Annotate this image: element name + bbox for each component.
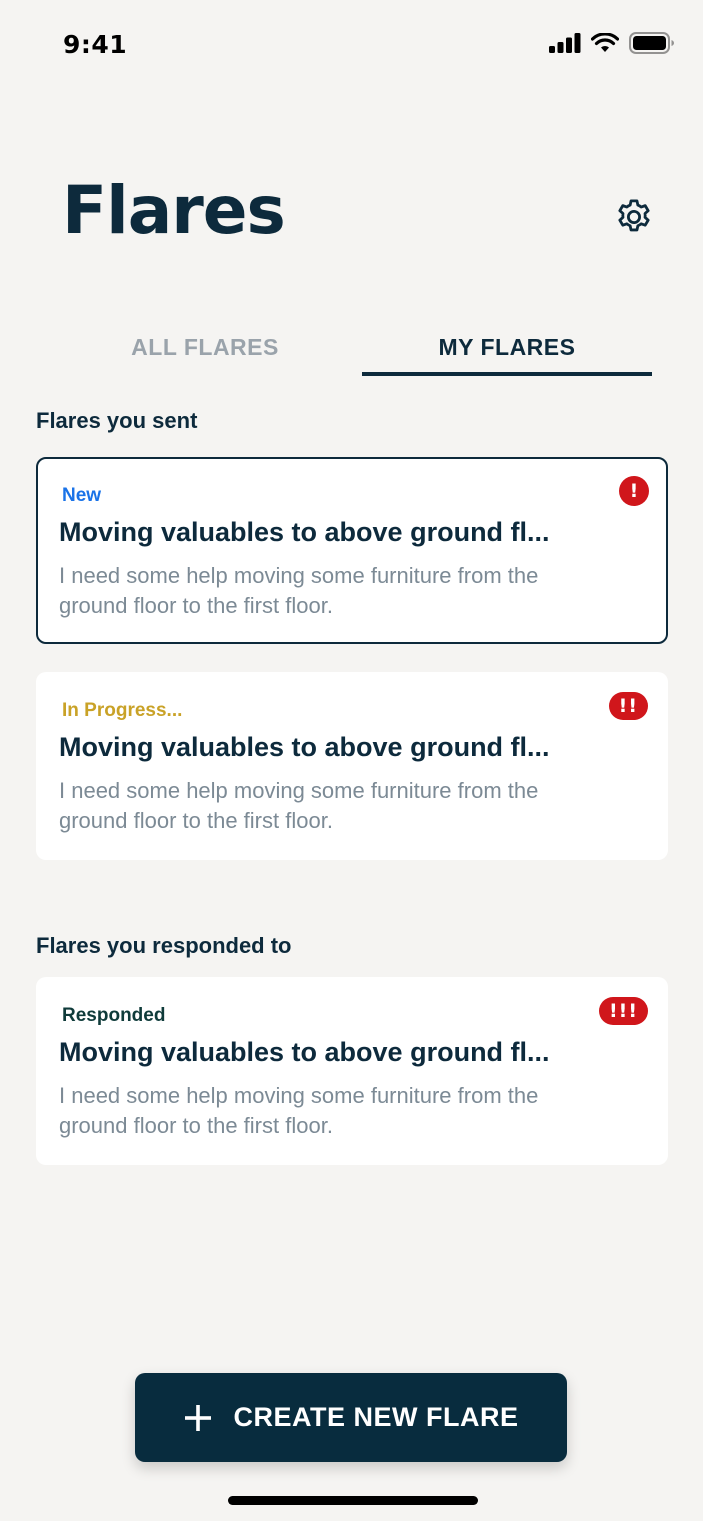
page-title: Flares bbox=[62, 172, 286, 249]
flare-status: Responded bbox=[62, 1005, 166, 1026]
tab-bar: ALL FLARES MY FLARES bbox=[60, 330, 652, 376]
section-heading-responded: Flares you responded to bbox=[36, 933, 292, 958]
section-heading-sent: Flares you sent bbox=[36, 408, 198, 433]
flare-card[interactable]: In Progress... !! Moving valuables to ab… bbox=[36, 672, 668, 860]
status-icons bbox=[549, 32, 675, 54]
wifi-icon bbox=[591, 33, 619, 52]
tab-all-flares[interactable]: ALL FLARES bbox=[60, 330, 350, 376]
flare-title: Moving valuables to above ground fl... bbox=[59, 732, 550, 762]
flare-status: New bbox=[62, 485, 102, 506]
flare-description: I need some help moving some furniture f… bbox=[59, 563, 539, 618]
urgency-badge: ! bbox=[619, 476, 649, 506]
flare-title: Moving valuables to above ground fl... bbox=[59, 1037, 550, 1067]
status-bar: 9:41 bbox=[0, 0, 703, 90]
flare-card[interactable]: Responded !!! Moving valuables to above … bbox=[36, 977, 668, 1165]
flare-status: In Progress... bbox=[62, 700, 183, 721]
flare-title: Moving valuables to above ground fl... bbox=[59, 517, 550, 547]
tab-my-flares[interactable]: MY FLARES bbox=[362, 330, 652, 376]
status-time: 9:41 bbox=[63, 30, 128, 59]
flare-description: I need some help moving some furniture f… bbox=[59, 778, 539, 833]
flare-description: I need some help moving some furniture f… bbox=[59, 1083, 539, 1138]
create-button-label: CREATE NEW FLARE bbox=[233, 1402, 519, 1432]
cellular-signal-icon bbox=[549, 33, 581, 53]
gear-icon bbox=[618, 199, 650, 232]
create-new-flare-button[interactable]: CREATE NEW FLARE bbox=[135, 1373, 567, 1462]
settings-button[interactable] bbox=[612, 195, 656, 239]
urgency-badge: !! bbox=[608, 692, 648, 720]
flare-card[interactable]: New ! Moving valuables to above ground f… bbox=[36, 457, 668, 644]
urgency-badge: !!! bbox=[599, 997, 648, 1025]
battery-icon bbox=[629, 32, 674, 54]
plus-icon bbox=[184, 1404, 211, 1431]
home-indicator bbox=[228, 1496, 478, 1505]
